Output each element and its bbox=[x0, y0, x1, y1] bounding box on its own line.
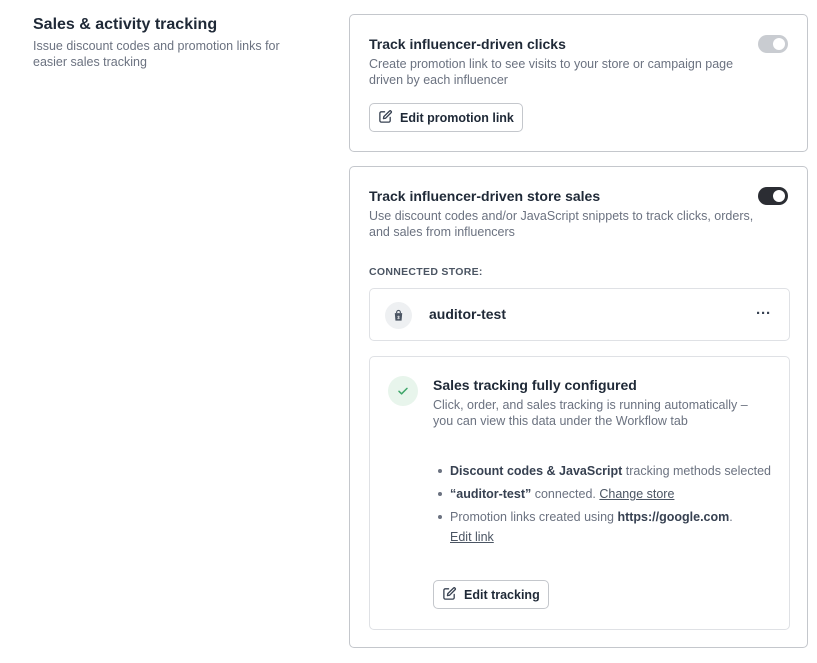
bullet-text: tracking methods selected bbox=[622, 464, 771, 478]
track-clicks-card: Track influencer-driven clicks Create pr… bbox=[349, 14, 808, 152]
edit-tracking-button[interactable]: Edit tracking bbox=[433, 580, 549, 609]
edit-link-link[interactable]: Edit link bbox=[450, 530, 494, 544]
tracking-status-box: Sales tracking fully configured Click, o… bbox=[369, 356, 790, 630]
section-title: Sales & activity tracking bbox=[33, 16, 218, 33]
edit-promotion-link-button[interactable]: Edit promotion link bbox=[369, 103, 523, 132]
bullet-text: . bbox=[729, 510, 733, 524]
connected-store-name: “auditor-test” bbox=[450, 487, 532, 501]
check-icon bbox=[388, 376, 418, 406]
status-title: Sales tracking fully configured bbox=[433, 377, 637, 393]
connected-store-label: CONNECTED STORE: bbox=[369, 266, 483, 278]
list-item: “auditor-test” connected. Change store bbox=[433, 484, 778, 504]
track-sales-title: Track influencer-driven store sales bbox=[369, 188, 601, 204]
section-description: Issue discount codes and promotion links… bbox=[33, 39, 280, 69]
bullet-text: connected. bbox=[531, 487, 600, 501]
list-item: Promotion links created using https://go… bbox=[433, 507, 778, 547]
edit-tracking-label: Edit tracking bbox=[464, 587, 540, 602]
track-clicks-title: Track influencer-driven clicks bbox=[369, 36, 566, 52]
edit-icon bbox=[442, 586, 457, 604]
more-options-icon[interactable]: ··· bbox=[756, 305, 771, 322]
sales-tracking-settings: Sales & activity tracking Issue discount… bbox=[0, 0, 817, 663]
intro-section: Sales & activity tracking Issue discount… bbox=[33, 15, 313, 70]
track-sales-toggle[interactable] bbox=[758, 187, 788, 205]
track-clicks-description: Create promotion link to see visits to y… bbox=[369, 57, 734, 87]
track-store-sales-card: Track influencer-driven store sales Use … bbox=[349, 166, 808, 648]
toggle-knob bbox=[773, 38, 785, 50]
list-item: Discount codes & JavaScript tracking met… bbox=[433, 461, 778, 481]
edit-promotion-link-label: Edit promotion link bbox=[400, 110, 514, 125]
change-store-link[interactable]: Change store bbox=[599, 487, 674, 501]
edit-icon bbox=[378, 109, 393, 127]
toggle-knob bbox=[773, 190, 785, 202]
promotion-link-url: https://google.com bbox=[617, 510, 730, 524]
store-name: auditor-test bbox=[429, 306, 506, 322]
status-description: Click, order, and sales tracking is runn… bbox=[433, 398, 748, 428]
track-clicks-toggle[interactable] bbox=[758, 35, 788, 53]
track-sales-description: Use discount codes and/or JavaScript sni… bbox=[369, 209, 754, 239]
tracking-methods: Discount codes & JavaScript bbox=[450, 464, 623, 478]
connected-store-row: auditor-test ··· bbox=[369, 288, 790, 341]
status-details-list: Discount codes & JavaScript tracking met… bbox=[433, 461, 778, 550]
bullet-text: Promotion links created using bbox=[450, 510, 618, 524]
shopify-bag-icon bbox=[385, 302, 412, 329]
